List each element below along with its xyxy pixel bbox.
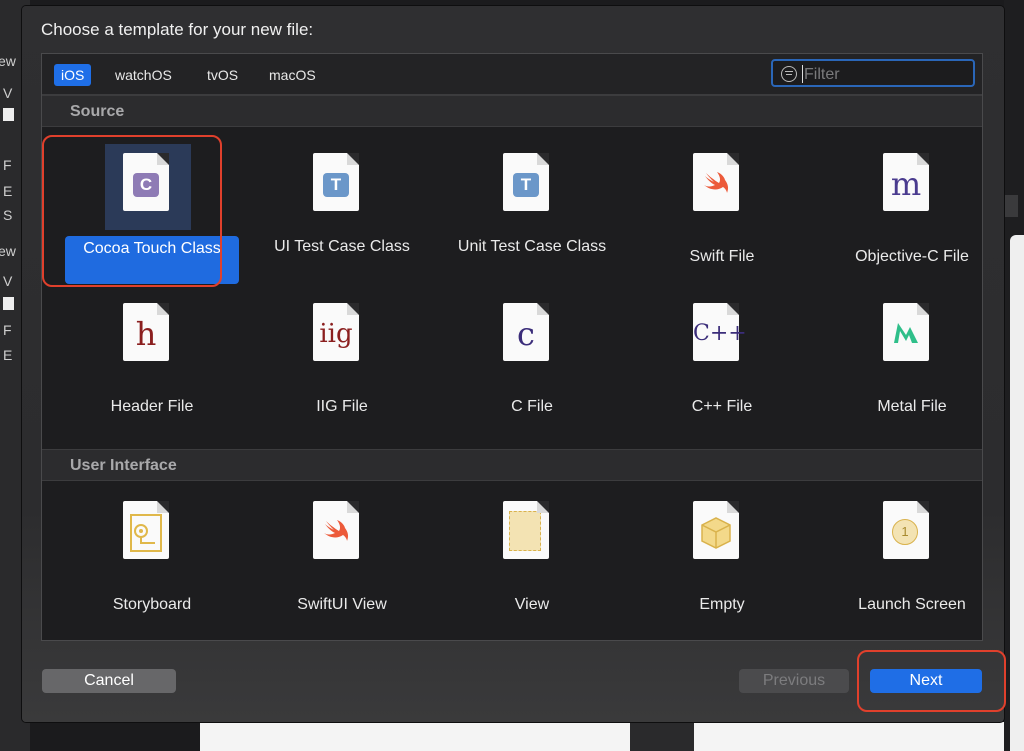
background-text: ew [0, 243, 16, 259]
tab-ios[interactable]: iOS [54, 64, 92, 86]
cpp-file-icon: C++ [693, 303, 747, 361]
template-label: Empty [699, 596, 745, 613]
background-text: S [3, 207, 13, 223]
template-label: Metal File [877, 398, 947, 415]
text-caret [802, 65, 803, 83]
background-text: V [3, 85, 13, 101]
cancel-button[interactable]: Cancel [42, 669, 176, 693]
c-file-icon: c [503, 303, 549, 361]
swift-icon [693, 153, 739, 211]
template-label: SwiftUI View [297, 596, 387, 613]
template-label: Storyboard [112, 596, 192, 613]
template-label: Objective-C File [855, 248, 969, 265]
new-file-sheet: Choose a template for your new file: iOS… [22, 6, 1004, 722]
empty-icon [693, 501, 739, 559]
template-label: IIG File [316, 398, 368, 415]
template-swift-file[interactable]: Swift File [627, 140, 817, 290]
filter-placeholder: Filter [804, 66, 840, 83]
template-ui-test-case-class[interactable]: T UI Test Case Class [247, 140, 437, 290]
unit-test-case-icon: T [503, 153, 549, 211]
filter-icon [781, 66, 797, 82]
storyboard-icon [123, 501, 169, 559]
previous-button[interactable]: Previous [739, 669, 849, 693]
background-text: E [3, 183, 13, 199]
tab-watchos[interactable]: watchOS [108, 64, 179, 86]
metal-file-icon [883, 303, 929, 361]
template-cpp-file[interactable]: C++ C++ File [627, 290, 817, 440]
template-label: Launch Screen [858, 596, 966, 613]
template-label: C File [511, 398, 553, 415]
background-window-right [1004, 0, 1024, 751]
template-empty[interactable]: Empty [627, 488, 817, 638]
template-label: View [514, 596, 550, 613]
template-storyboard[interactable]: Storyboard [57, 488, 247, 638]
template-label: C++ File [691, 398, 753, 415]
template-iig-file[interactable]: iig IIG File [247, 290, 437, 440]
template-header-file[interactable]: h Header File [57, 290, 247, 440]
tab-tvos[interactable]: tvOS [200, 64, 245, 86]
background-canvas [200, 722, 630, 751]
background-checkbox [3, 108, 14, 121]
ui-test-case-icon: T [313, 153, 359, 211]
background-text: V [3, 273, 13, 289]
background-text: F [3, 157, 12, 173]
template-unit-test-case-class[interactable]: T Unit Test Case Class [437, 140, 627, 290]
objective-c-icon: m [883, 153, 929, 211]
highlight-ring-next [857, 650, 1006, 712]
template-label: Swift File [689, 248, 755, 265]
template-metal-file[interactable]: Metal File [817, 290, 1007, 440]
tab-macos[interactable]: macOS [262, 64, 323, 86]
launch-screen-icon: 1 [883, 501, 929, 559]
template-objective-c-file[interactable]: m Objective-C File [817, 140, 1007, 290]
template-swiftui-view[interactable]: SwiftUI View [247, 488, 437, 638]
filter-input[interactable]: Filter [771, 59, 975, 87]
background-checkbox [3, 297, 14, 310]
view-icon [503, 501, 549, 559]
background-canvas [694, 722, 1004, 751]
template-label: UI Test Case Class [274, 238, 410, 255]
iig-file-icon: iig [313, 303, 359, 361]
highlight-ring-cocoa-touch [42, 135, 222, 287]
template-label: Unit Test Case Class [457, 238, 607, 255]
template-c-file[interactable]: c C File [437, 290, 627, 440]
template-view[interactable]: View [437, 488, 627, 638]
header-file-icon: h [123, 303, 169, 361]
template-launch-screen[interactable]: 1 Launch Screen [817, 488, 1007, 638]
template-label: Header File [110, 398, 194, 415]
swiftui-view-icon [313, 501, 359, 559]
background-text: E [3, 347, 13, 363]
background-text: ew [0, 53, 16, 69]
section-header-source: Source [42, 95, 982, 127]
sheet-title: Choose a template for your new file: [41, 20, 314, 39]
background-text: F [3, 322, 12, 338]
background-divider [630, 722, 694, 751]
platform-tab-bar: iOS watchOS tvOS macOS Filter [42, 54, 982, 95]
section-header-user-interface: User Interface [42, 449, 982, 481]
